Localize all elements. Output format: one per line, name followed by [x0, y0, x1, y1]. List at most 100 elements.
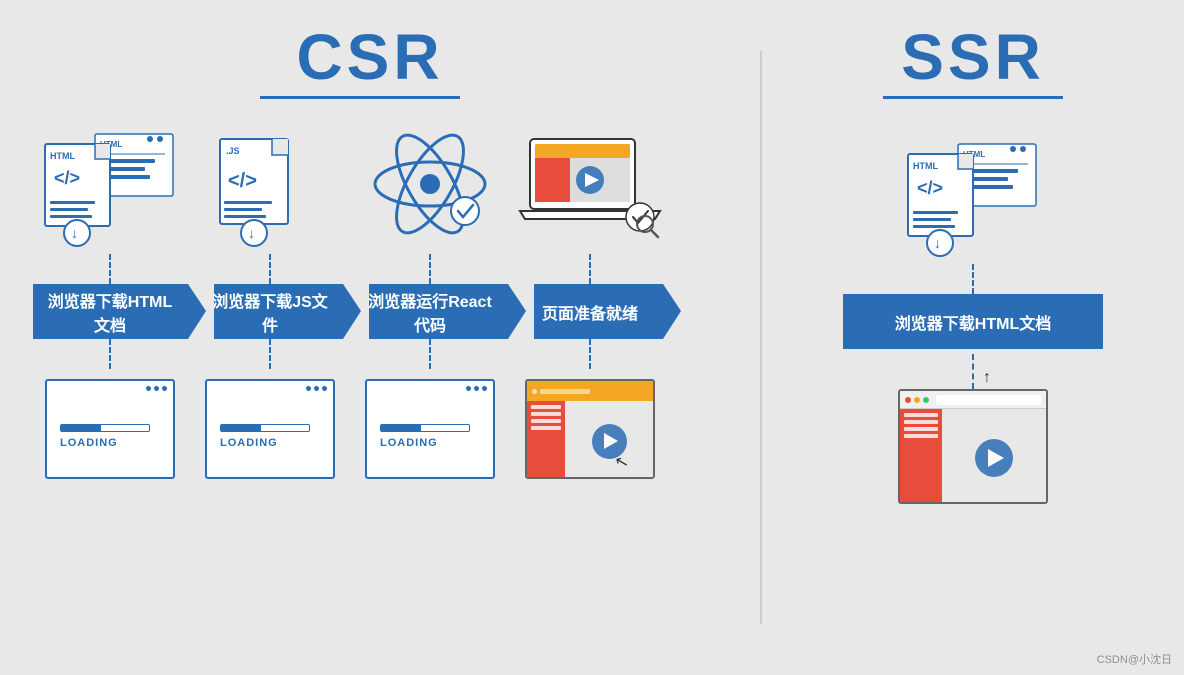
ssr-html-icon: HTML HTML </>	[903, 139, 1043, 259]
js-file-icon: .JS </> ↓	[210, 129, 330, 249]
arrow-down-4b	[589, 339, 591, 369]
sidebar-line	[531, 426, 561, 430]
sidebar-line	[904, 427, 938, 431]
csr-step-label-4: 页面准备就绪	[518, 284, 663, 339]
bottom-4: ↖	[510, 369, 670, 489]
react-icon-area	[350, 124, 510, 254]
csr-step-label-1: 浏览器下载HTML文档	[33, 284, 188, 339]
sidebar-line	[531, 412, 561, 416]
loading-bar-track-1	[60, 424, 150, 432]
loading-dots-1	[146, 386, 167, 391]
loading-bar-area-1: LOADING	[60, 424, 165, 449]
laptop-icon-area	[510, 124, 670, 254]
ssr-section: SSR HTML HTML	[762, 0, 1184, 675]
sidebar-line	[531, 419, 561, 423]
csr-step-label-3: 浏览器运行React代码	[353, 284, 508, 339]
loading-screen-2: LOADING	[205, 379, 335, 479]
svg-text:HTML: HTML	[50, 151, 75, 161]
html-icon-area: HTML HTML </>	[30, 124, 190, 254]
chrome-btn-g	[923, 397, 929, 403]
arrow-down-4	[589, 254, 591, 284]
svg-text:</>: </>	[54, 168, 80, 188]
sidebar-line	[531, 405, 561, 409]
react-icon	[365, 129, 495, 249]
bottom-3: LOADING	[350, 369, 510, 489]
page-main	[565, 401, 653, 479]
ssr-page-body	[900, 409, 1046, 504]
loading-dots-2	[306, 386, 327, 391]
csr-step-3: 浏览器运行React代码 LOAD	[350, 124, 510, 489]
csr-step-4: 页面准备就绪	[510, 124, 670, 489]
loading-text-1: LOADING	[60, 437, 165, 449]
chrome-btn-r	[905, 397, 911, 403]
main-container: CSR HTML	[0, 0, 1184, 675]
page-sidebar	[527, 401, 565, 479]
arrow-down-1b	[109, 339, 111, 369]
loading-screen-1: LOADING	[45, 379, 175, 479]
ssr-play-btn	[975, 439, 1013, 477]
page-ready-screen-csr: ↖	[525, 379, 655, 479]
csr-step-label-2: 浏览器下载JS文件	[198, 284, 343, 339]
url-bar	[936, 395, 1041, 405]
csr-underline	[260, 96, 460, 99]
arrow-down-3	[429, 254, 431, 284]
bottom-2: LOADING	[190, 369, 350, 489]
play-triangle	[604, 433, 618, 449]
arrow-down-3b	[429, 339, 431, 369]
csr-section: CSR HTML	[0, 0, 760, 675]
ssr-arrow-down-2	[972, 354, 974, 389]
ssr-page-ready	[898, 389, 1048, 504]
ssr-play-triangle	[988, 449, 1004, 467]
dot	[482, 386, 487, 391]
loading-bar-fill-1	[61, 425, 101, 431]
ssr-cursor: ↑	[983, 369, 991, 387]
ssr-flow: HTML HTML </>	[782, 124, 1164, 504]
js-icon-area: .JS </> ↓	[190, 124, 350, 254]
ssr-title: SSR	[782, 20, 1164, 94]
ssr-step-box: 浏览器下载HTML文档	[843, 294, 1103, 349]
ssr-page-main	[942, 409, 1046, 504]
dot	[306, 386, 311, 391]
loading-bar-fill-3	[381, 425, 421, 431]
loading-bar-area-2: LOADING	[220, 424, 325, 449]
page-header-bar	[527, 381, 653, 401]
loading-bar-area-3: LOADING	[380, 424, 485, 449]
loading-dots-3	[466, 386, 487, 391]
ssr-arrow-down	[972, 264, 974, 294]
watermark: CSDN@小沈日	[1097, 651, 1172, 667]
header-dot	[532, 389, 537, 394]
loading-bar-track-2	[220, 424, 310, 432]
page-body	[527, 401, 653, 479]
loading-screen-3: LOADING	[365, 379, 495, 479]
svg-text:.JS: .JS	[226, 146, 240, 156]
ssr-icon-area: HTML HTML </>	[898, 134, 1048, 264]
arrow-down-2b	[269, 339, 271, 369]
loading-bar-track-3	[380, 424, 470, 432]
ssr-cursor-area: ↑	[843, 349, 1103, 389]
bottom-1: LOADING	[30, 369, 190, 489]
csr-step-2: .JS </> ↓ 浏览器下载JS文件	[190, 124, 350, 489]
svg-text:</>: </>	[917, 178, 943, 198]
sidebar-line	[904, 413, 938, 417]
csr-title: CSR	[20, 20, 720, 94]
html-file-icon: HTML HTML </>	[40, 129, 180, 249]
svg-text:↓: ↓	[71, 225, 78, 241]
header-bar	[540, 389, 590, 394]
sidebar-line	[904, 434, 938, 438]
svg-text:↓: ↓	[248, 225, 255, 241]
dot	[154, 386, 159, 391]
loading-text-2: LOADING	[220, 437, 325, 449]
dot	[322, 386, 327, 391]
dot	[162, 386, 167, 391]
dot	[474, 386, 479, 391]
chrome-btn-y	[914, 397, 920, 403]
ssr-underline	[883, 96, 1063, 99]
browser-chrome	[900, 391, 1046, 409]
csr-flow: HTML HTML </>	[20, 124, 760, 489]
sidebar-line	[904, 420, 938, 424]
svg-text:HTML: HTML	[913, 161, 938, 171]
dot	[466, 386, 471, 391]
ssr-sidebar	[900, 409, 942, 504]
svg-text:↓: ↓	[934, 235, 941, 251]
svg-text:</>: </>	[228, 170, 257, 192]
